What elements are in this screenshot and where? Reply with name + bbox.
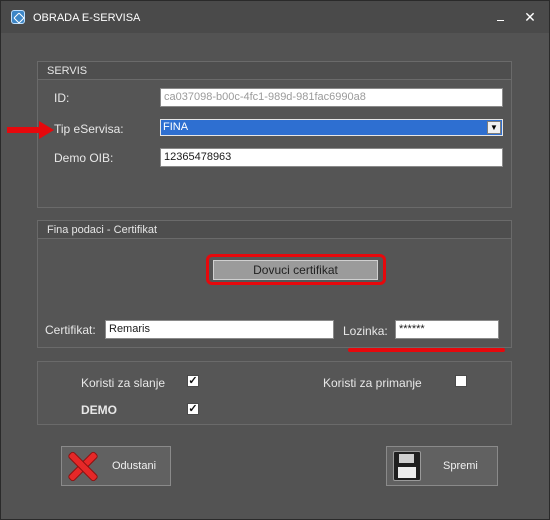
odustani-button[interactable]: Odustani	[61, 446, 171, 486]
spremi-label: Spremi	[443, 460, 478, 472]
tip-eservisa-label: Tip eServisa:	[54, 122, 124, 136]
red-arrow-annotation-icon	[7, 121, 54, 139]
underline-annotation	[348, 348, 505, 352]
demo-oib-field[interactable]: 12365478963	[160, 148, 503, 167]
app-icon	[11, 10, 25, 24]
window-title: OBRADA E-SERVISA	[33, 12, 141, 24]
koristi-za-primanje-label: Koristi za primanje	[323, 376, 422, 390]
chevron-down-icon[interactable]: ▼	[487, 121, 501, 134]
close-button[interactable]: ✕	[522, 9, 538, 25]
odustani-label: Odustani	[112, 460, 157, 472]
demo-checkbox[interactable]: ✓	[187, 403, 199, 415]
tip-eservisa-select[interactable]: FINA ▼	[160, 119, 503, 136]
lozinka-field[interactable]: ******	[395, 320, 499, 339]
title-bar[interactable]: OBRADA E-SERVISA ✕	[1, 1, 549, 33]
id-field[interactable]: ca037098-b00c-4fc1-989d-981fac6990a8	[160, 88, 503, 107]
demo-oib-label: Demo OIB:	[54, 151, 114, 165]
certifikat-label: Certifikat:	[45, 323, 96, 337]
koristi-za-slanje-label: Koristi za slanje	[81, 376, 166, 390]
cancel-x-icon	[67, 451, 98, 482]
koristi-za-primanje-checkbox[interactable]	[455, 375, 467, 387]
fina-panel-title: Fina podaci - Certifikat	[38, 221, 511, 239]
certifikat-field[interactable]: Remaris	[105, 320, 334, 339]
koristi-za-slanje-checkbox[interactable]: ✓	[187, 375, 199, 387]
demo-label: DEMO	[81, 403, 117, 417]
highlight-annotation	[206, 254, 386, 285]
tip-eservisa-value: FINA	[163, 121, 189, 133]
lozinka-label: Lozinka:	[343, 324, 388, 338]
dialog-window: OBRADA E-SERVISA ✕ SERVIS ID: ca037098-b…	[0, 0, 550, 520]
servis-panel-title: SERVIS	[38, 62, 511, 80]
spremi-button[interactable]: Spremi	[386, 446, 498, 486]
id-label: ID:	[54, 91, 70, 105]
minimize-button[interactable]	[493, 9, 509, 25]
floppy-disk-icon	[393, 451, 421, 481]
